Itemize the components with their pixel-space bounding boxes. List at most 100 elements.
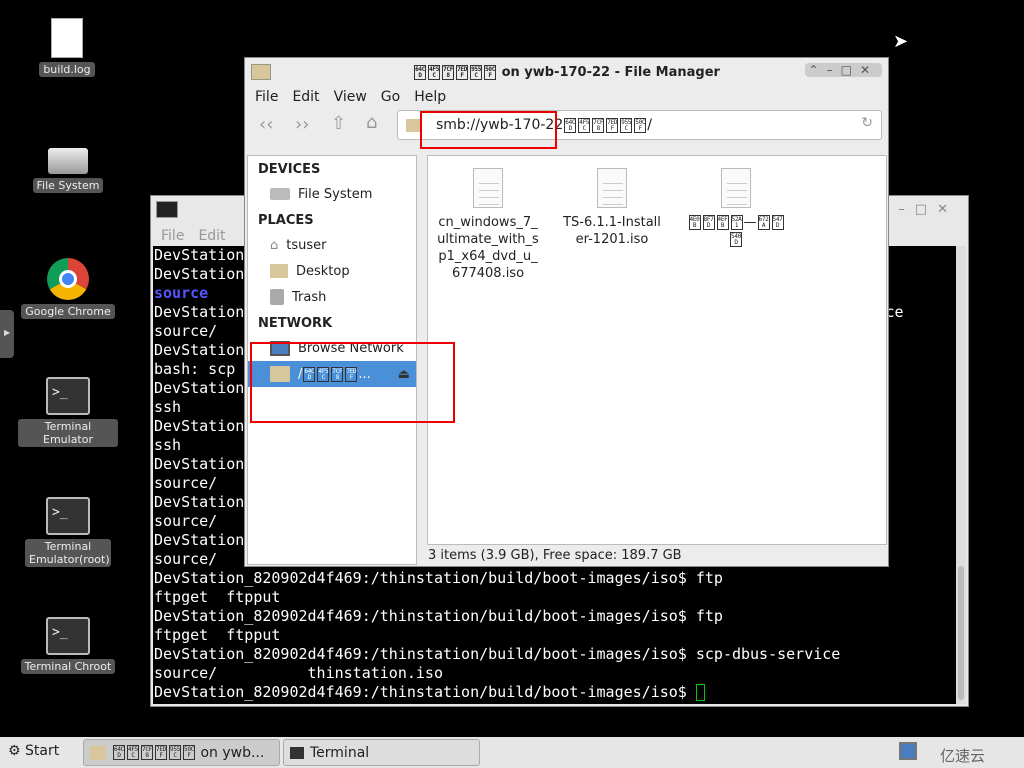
missing-glyph: 540D	[730, 232, 742, 247]
menu-edit[interactable]: Edit	[292, 89, 319, 105]
missing-glyph: 4EFB	[716, 215, 729, 230]
chrome-icon	[47, 258, 89, 300]
drive-icon	[270, 188, 290, 200]
fm-file-view: cn_windows_7_ultimate_with_sp1_x64_dvd_u…	[427, 155, 887, 545]
missing-glyph: 64CD	[414, 65, 427, 80]
missing-glyph: 955C	[620, 117, 633, 133]
maximize-button[interactable]: □	[915, 202, 937, 217]
home-icon[interactable]: ⌂	[366, 112, 377, 133]
drive-icon	[48, 148, 88, 174]
desktop-folder-icon	[270, 264, 288, 278]
terminal-icon	[156, 201, 178, 218]
fm-toolbar: ‹‹ ›› ⇧ ⌂ smb://ywb-170-22 64CD 4F5C 7CF8 7E…	[245, 106, 888, 146]
shade-button[interactable]: ⌃	[809, 63, 827, 77]
watermark-logo: 亿速云	[940, 747, 986, 765]
back-icon[interactable]: ‹‹	[259, 114, 273, 135]
taskbar-file-manager[interactable]: 64CD 4F5C 7CF8 7EDF 955C 50CF on ywb...	[83, 739, 280, 766]
menu-edit[interactable]: Edit	[198, 228, 225, 244]
folder-icon	[90, 745, 106, 760]
sidebar-item-file-system[interactable]: File System	[248, 181, 416, 207]
trash-icon	[270, 289, 284, 305]
network-tray-icon[interactable]	[899, 742, 917, 760]
maximize-button[interactable]: □	[841, 63, 860, 77]
menu-view[interactable]: View	[334, 89, 367, 105]
desktop-icon-build-log[interactable]: build.log	[17, 18, 117, 77]
fm-menubar: File Edit View Go Help	[245, 88, 888, 106]
desktop-icon-terminal[interactable]: >_ Terminal Emulator	[18, 377, 118, 447]
terminal-line: source/ thinstation.iso	[154, 664, 443, 682]
reload-icon[interactable]: ↻	[861, 115, 873, 131]
up-icon[interactable]: ⇧	[331, 113, 346, 134]
terminal-line: ftpget ftpput	[154, 588, 281, 606]
missing-glyph: 64CD	[564, 117, 577, 133]
terminal-icon: >_	[46, 497, 90, 535]
missing-glyph: 7EDF	[155, 745, 167, 760]
start-button[interactable]: ⚙ Start	[8, 743, 59, 759]
file-item[interactable]: 4E0B 8F7D 4EFB 52A1—672A 547D 540D	[676, 168, 796, 248]
menu-file[interactable]: File	[161, 228, 184, 244]
file-name: 4E0B 8F7D 4EFB 52A1—672A 547D 540D	[688, 215, 784, 247]
file-name: TS-6.1.1-Installer-1201.iso	[563, 215, 661, 247]
missing-glyph: 50CF	[634, 117, 647, 133]
cursor	[695, 684, 705, 701]
taskbar-terminal[interactable]: Terminal	[283, 739, 480, 766]
start-icon: ⚙	[8, 743, 21, 759]
minimize-button[interactable]: –	[898, 202, 915, 217]
missing-glyph: 50CF	[484, 65, 497, 80]
terminal-icon	[290, 746, 304, 759]
file-icon	[51, 18, 83, 58]
terminal-line: ftpget ftpput	[154, 626, 281, 644]
terminal-line: DevStation_820902d4f469:/thinstation/bui…	[154, 569, 723, 587]
terminal-scrollbar[interactable]	[956, 246, 966, 704]
missing-glyph: 4E0B	[688, 215, 701, 230]
desktop-icon-terminal-chroot[interactable]: >_ Terminal Chroot	[18, 617, 118, 674]
file-manager-window: 64CD 4F5C 7CF8 7EDF 955C 50CF on ywb-170-22 -…	[244, 57, 889, 567]
highlight-path	[420, 111, 557, 149]
missing-glyph: 955C	[169, 745, 181, 760]
missing-glyph: 7CF8	[141, 745, 153, 760]
missing-glyph: 52A1	[730, 215, 743, 230]
terminal-line: DevStation_820902d4f469:/thinstation/bui…	[154, 683, 956, 702]
missing-glyph: 4F5C	[428, 65, 441, 80]
missing-glyph: 4F5C	[127, 745, 139, 760]
desktop-icon-chrome[interactable]: Google Chrome	[18, 258, 118, 319]
document-icon	[721, 168, 751, 208]
missing-glyph: 50CF	[183, 745, 195, 760]
terminal-icon: >_	[46, 617, 90, 655]
missing-glyph: 7CF8	[442, 65, 455, 80]
document-icon	[473, 168, 503, 208]
missing-glyph: 547D	[771, 215, 784, 230]
missing-glyph: 672A	[757, 215, 770, 230]
home-icon: ⌂	[270, 237, 279, 253]
sidebar-item-trash[interactable]: Trash	[248, 284, 416, 310]
file-item[interactable]: TS-6.1.1-Installer-1201.iso	[552, 168, 672, 248]
close-button[interactable]: ✕	[937, 202, 958, 217]
file-name: cn_windows_7_ultimate_with_sp1_x64_dvd_u…	[437, 215, 539, 281]
menu-help[interactable]: Help	[414, 89, 446, 105]
desktop-icon-terminal-root[interactable]: >_ Terminal Emulator(root)	[18, 497, 118, 567]
fm-titlebar: 64CD 4F5C 7CF8 7EDF 955C 50CF on ywb-170-22 -…	[245, 58, 888, 88]
minimize-button[interactable]: –	[827, 63, 841, 77]
missing-glyph: 4F5C	[578, 117, 591, 133]
highlight-network	[250, 342, 455, 423]
sidebar-item-desktop[interactable]: Desktop	[248, 258, 416, 284]
menu-file[interactable]: File	[255, 89, 278, 105]
fm-statusbar: 3 items (3.9 GB), Free space: 189.7 GB	[428, 548, 682, 563]
missing-glyph: 7EDF	[456, 65, 469, 80]
terminal-line: DevStation_820902d4f469:/thinstation/bui…	[154, 645, 841, 663]
file-item[interactable]: cn_windows_7_ultimate_with_sp1_x64_dvd_u…	[428, 168, 548, 282]
document-icon	[597, 168, 627, 208]
sidebar-item-tsuser[interactable]: ⌂ tsuser	[248, 232, 416, 258]
menu-go[interactable]: Go	[381, 89, 400, 105]
desktop-icon-file-system[interactable]: File System	[18, 148, 118, 193]
missing-glyph: 7EDF	[606, 117, 619, 133]
terminal-line: DevStation_820902d4f469:/thinstation/bui…	[154, 607, 723, 625]
missing-glyph: 955C	[470, 65, 483, 80]
fm-title: 64CD 4F5C 7CF8 7EDF 955C 50CF on ywb-170-22 -…	[414, 65, 720, 80]
missing-glyph: 64CD	[113, 745, 125, 760]
side-panel-handle[interactable]: ▶	[0, 310, 14, 358]
mouse-cursor: ➤	[893, 31, 909, 52]
forward-icon[interactable]: ››	[295, 114, 309, 135]
missing-glyph: 7CF8	[592, 117, 605, 133]
close-button[interactable]: ✕	[860, 63, 878, 77]
